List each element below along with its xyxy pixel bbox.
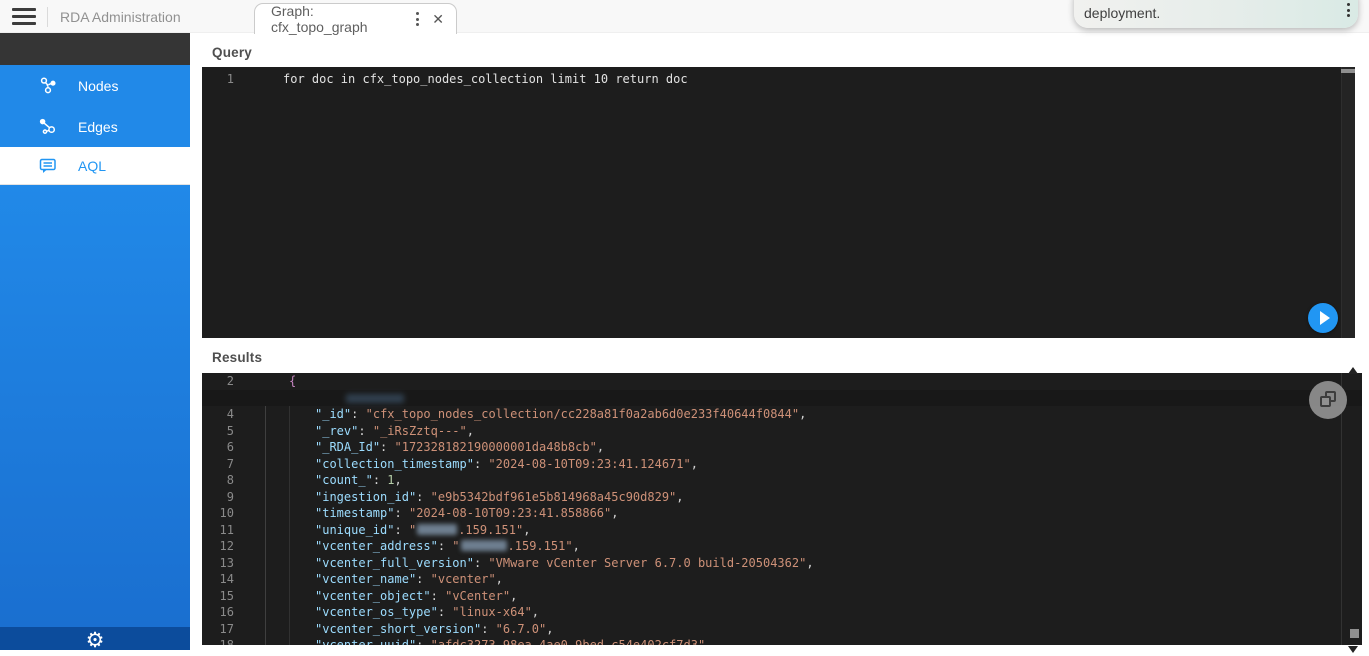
result-line: 11 unique_id: .159.151, (202, 522, 1362, 539)
sidebar-item-label: Nodes (78, 78, 118, 94)
sidebar-item-edges[interactable]: Edges (0, 106, 190, 147)
sidebar: Nodes Edges AQL ⚙ (0, 33, 190, 650)
sidebar-item-label: AQL (78, 158, 106, 174)
nodes-icon (37, 76, 59, 96)
line-number: 8 (202, 473, 246, 487)
line-number: 14 (202, 572, 246, 586)
line-number: 10 (202, 506, 246, 520)
tab-menu-kebab-icon[interactable] (410, 11, 424, 27)
query-section-title: Query (212, 45, 252, 60)
line-number: 17 (202, 622, 246, 636)
toast-text: deployment. (1084, 5, 1160, 21)
gear-icon[interactable]: ⚙ (86, 630, 105, 651)
tab-graph-cfx-topo-graph[interactable]: Graph: cfx_topo_graph ✕ (254, 3, 457, 34)
result-line: 9 ingestion_id: e9b5342bdf961e5b814968a4… (202, 489, 1362, 506)
result-line: 13 vcenter_full_version: VMware vCenter … (202, 555, 1362, 572)
tab-close-icon[interactable]: ✕ (432, 12, 444, 26)
result-line: 5 _rev: _iRsZztq---, (202, 423, 1362, 440)
scroll-up-arrow-icon[interactable] (1348, 367, 1358, 374)
play-icon (1320, 311, 1330, 325)
line-number: 9 (202, 490, 246, 504)
tab-rda-administration[interactable]: RDA Administration (47, 0, 254, 33)
line-number: 15 (202, 589, 246, 603)
result-line: 18 vcenter_uuid: afdc3273-98ea-4ae0-9bed… (202, 637, 1362, 645)
redacted-content (346, 394, 404, 403)
chat-bubble-icon (37, 156, 59, 176)
graph-tab-label: Graph: cfx_topo_graph (271, 3, 410, 35)
copy-icon (1320, 396, 1331, 407)
query-scrollbar-thumb[interactable] (1341, 69, 1355, 73)
sidebar-background (0, 185, 190, 627)
toast-kebab-icon[interactable] (1341, 2, 1355, 18)
result-line-redacted (202, 390, 1362, 407)
line-number: 2 (202, 374, 246, 388)
hamburger-menu-icon[interactable] (12, 8, 36, 25)
line-number: 7 (202, 457, 246, 471)
result-line: 12 vcenter_address: .159.151, (202, 538, 1362, 555)
sidebar-item-nodes[interactable]: Nodes (0, 65, 190, 106)
result-line: 16 vcenter_os_type: linux-x64, (202, 604, 1362, 621)
aql-query-editor[interactable]: 1 for doc in cfx_topo_nodes_collection l… (202, 67, 1355, 338)
sidebar-item-aql[interactable]: AQL (0, 147, 190, 185)
edges-icon (37, 117, 59, 137)
result-line: 7 collection_timestamp: 2024-08-10T09:23… (202, 456, 1362, 473)
query-line: 1 for doc in cfx_topo_nodes_collection l… (202, 67, 1355, 85)
line-number: 12 (202, 539, 246, 553)
sidebar-top-strip (0, 33, 190, 65)
line-number: 11 (202, 523, 246, 537)
run-query-button[interactable] (1308, 303, 1338, 333)
result-line: 10 timestamp: 2024-08-10T09:23:41.858866… (202, 505, 1362, 522)
app-tab-label: RDA Administration (60, 9, 181, 25)
redacted-value (461, 540, 507, 551)
notification-toast: deployment. (1074, 0, 1358, 28)
sidebar-footer: ⚙ (0, 627, 190, 650)
copy-results-button[interactable] (1309, 381, 1347, 419)
result-line: 14 vcenter_name: vcenter, (202, 571, 1362, 588)
result-line: 4 _id: cfx_topo_nodes_collection/cc228a8… (202, 406, 1362, 423)
results-viewer[interactable]: 2 { 4 _id: cfx_topo_nodes_collection/cc2… (202, 373, 1362, 645)
line-number: 1 (202, 72, 246, 86)
sidebar-item-label: Edges (78, 119, 118, 135)
line-number: 4 (202, 407, 246, 421)
result-line: 15 vcenter_object: vCenter, (202, 588, 1362, 605)
results-section-title: Results (212, 350, 262, 365)
line-number: 18 (202, 638, 246, 645)
result-line: 8 count_: 1, (202, 472, 1362, 489)
line-number: 16 (202, 605, 246, 619)
line-number: 6 (202, 440, 246, 454)
line-number: 13 (202, 556, 246, 570)
scrollbar-thumb[interactable] (1350, 629, 1359, 638)
line-number: 5 (202, 424, 246, 438)
query-scrollbar-track[interactable] (1341, 67, 1355, 338)
redacted-value (417, 524, 457, 535)
scroll-down-arrow-icon[interactable] (1348, 646, 1358, 653)
result-line: 17 vcenter_short_version: 6.7.0, (202, 621, 1362, 638)
result-line: 6 _RDA_Id: 172328182190000001da48b8cb, (202, 439, 1362, 456)
query-code: for doc in cfx_topo_nodes_collection lim… (246, 72, 688, 86)
result-line: 2 { (202, 373, 1362, 390)
